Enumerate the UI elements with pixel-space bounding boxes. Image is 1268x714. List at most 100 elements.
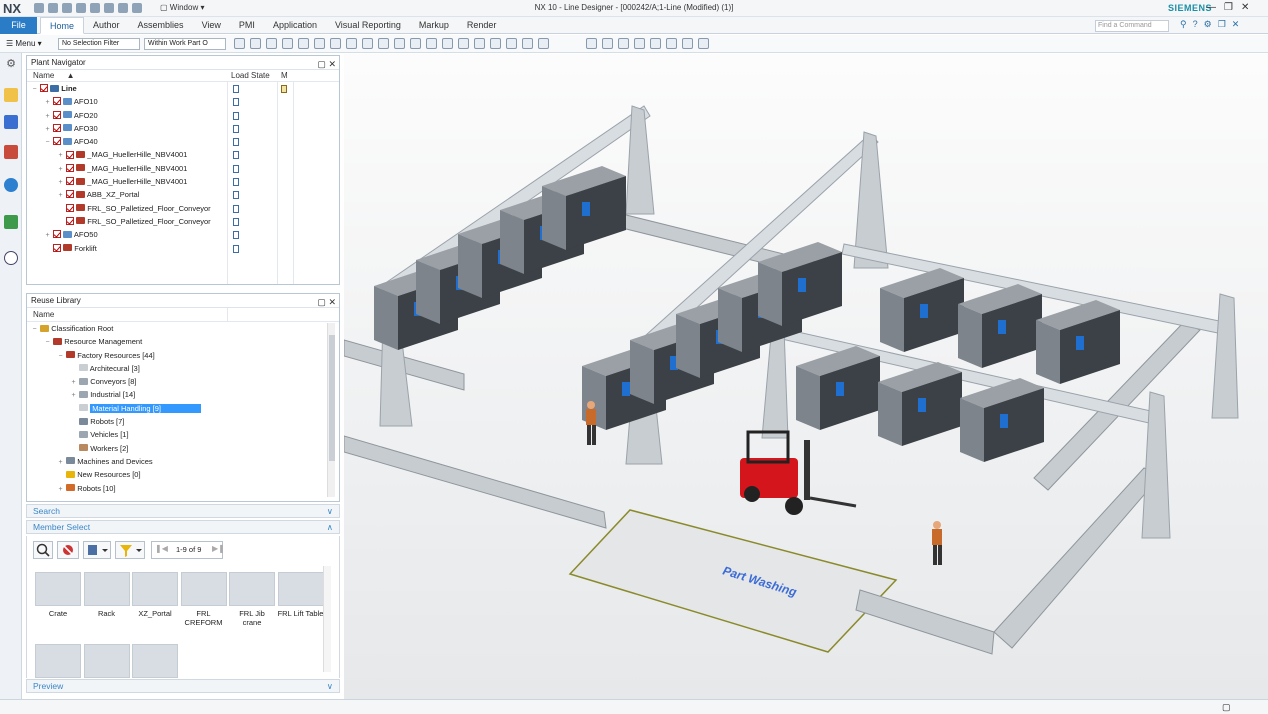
snap-face-icon[interactable] <box>506 38 517 49</box>
file-tab[interactable]: File <box>0 17 37 34</box>
member-select-section-header[interactable]: Member Select ∧ <box>26 520 340 534</box>
tab-application[interactable]: Application <box>264 17 326 34</box>
redo-icon[interactable] <box>62 3 72 13</box>
select-feature-icon[interactable] <box>266 38 277 49</box>
tab-visual-reporting[interactable]: Visual Reporting <box>326 17 410 34</box>
member-scrollbar[interactable] <box>323 566 331 672</box>
tree-row[interactable]: FRL_SO_Palletized_Floor_Conveyor <box>27 202 339 215</box>
snap-intersection-icon[interactable] <box>426 38 437 49</box>
machine-tool[interactable] <box>878 362 962 446</box>
clear-search-icon[interactable] <box>57 541 79 559</box>
checkbox-icon[interactable] <box>66 216 75 225</box>
maximize-icon[interactable]: ▢ <box>317 297 326 307</box>
checkbox-icon[interactable] <box>66 163 75 172</box>
settings-icon[interactable]: ⚙ <box>1204 19 1212 30</box>
tree-row[interactable]: + AFO50 <box>27 228 339 241</box>
help-icon[interactable]: ? <box>1193 19 1198 30</box>
menu-button[interactable]: ☰ Menu ▾ <box>6 39 42 48</box>
member-tile[interactable]: FRL Jib crane <box>229 572 275 634</box>
previous-page-icon[interactable]: ❚◀ <box>155 544 168 553</box>
expand-toggle-icon[interactable]: + <box>57 456 64 469</box>
library-row[interactable]: − Factory Resources [44] <box>27 349 325 362</box>
expand-toggle-icon[interactable]: + <box>70 376 77 389</box>
library-row[interactable]: + Industrial [14] <box>27 388 325 401</box>
library-row[interactable]: Vehicles [1] <box>27 428 325 441</box>
general-selection-icon[interactable] <box>234 38 245 49</box>
background-icon[interactable] <box>682 38 693 49</box>
paste-icon[interactable] <box>104 3 114 13</box>
expand-toggle-icon[interactable]: + <box>44 229 51 242</box>
next-page-icon[interactable]: ▶❚ <box>212 544 225 553</box>
touch-mode-icon[interactable] <box>132 3 142 13</box>
expand-toggle-icon[interactable]: − <box>31 83 38 96</box>
checkbox-icon[interactable] <box>53 97 62 106</box>
close-icon[interactable]: ✕ <box>328 297 336 307</box>
assembly-navigator-tab-icon[interactable] <box>4 115 18 129</box>
tab-author[interactable]: Author <box>84 17 129 34</box>
copy-icon[interactable] <box>90 3 100 13</box>
zoom-icon[interactable] <box>602 38 613 49</box>
expand-toggle-icon[interactable]: + <box>57 163 64 176</box>
tree-row[interactable]: + ABB_XZ_Portal <box>27 188 339 201</box>
checkbox-icon[interactable] <box>66 150 75 159</box>
history-tab-icon[interactable] <box>4 251 18 265</box>
library-row[interactable]: − Resource Management <box>27 335 325 348</box>
checkbox-icon[interactable] <box>66 203 75 212</box>
selection-scope-dropdown[interactable]: Within Work Part O <box>144 38 226 50</box>
member-tile[interactable]: FRL CREFORM <box>180 572 227 634</box>
library-row[interactable]: + Machines and Devices <box>27 455 325 468</box>
orient-view-icon[interactable] <box>650 38 661 49</box>
checkbox-icon[interactable] <box>53 123 62 132</box>
restore-button[interactable]: ❐ <box>1224 2 1233 13</box>
library-row[interactable]: Robots [7] <box>27 415 325 428</box>
expand-toggle-icon[interactable]: + <box>44 110 51 123</box>
minimize-button[interactable]: — <box>1206 2 1216 13</box>
library-row[interactable]: + Conveyors [8] <box>27 375 325 388</box>
graphics-window[interactable]: Part Washing <box>344 54 1268 699</box>
library-row[interactable]: Workers [2] <box>27 442 325 455</box>
selection-filter-dropdown[interactable]: No Selection Filter <box>58 38 140 50</box>
column-m[interactable]: M <box>281 70 288 82</box>
library-row[interactable]: + Robots [10] <box>27 482 325 495</box>
tree-row[interactable]: − Line <box>27 82 339 95</box>
filter-dropdown[interactable] <box>115 541 145 559</box>
checkbox-icon[interactable] <box>40 84 49 93</box>
checkbox-icon[interactable] <box>66 177 75 186</box>
tab-render[interactable]: Render <box>458 17 506 34</box>
rotate-icon[interactable] <box>618 38 629 49</box>
snap-curve-icon[interactable] <box>490 38 501 49</box>
restore-panel-icon[interactable]: ❐ <box>1218 19 1226 30</box>
web-browser-tab-icon[interactable] <box>4 178 18 192</box>
pan-icon[interactable] <box>634 38 645 49</box>
column-name[interactable]: Name ▲ <box>33 70 75 82</box>
machine-tools[interactable] <box>374 166 1120 462</box>
machine-tool[interactable] <box>796 346 880 430</box>
library-row[interactable]: − Classification Root <box>27 322 325 335</box>
part-navigator-tab-icon[interactable] <box>4 145 18 159</box>
tree-row[interactable]: + AFO10 <box>27 95 339 108</box>
search-icon[interactable] <box>33 541 53 559</box>
snap-center-icon[interactable] <box>410 38 421 49</box>
vertical-scrollbar[interactable] <box>327 323 335 497</box>
checkbox-icon[interactable] <box>66 190 75 199</box>
rendering-style-icon[interactable] <box>666 38 677 49</box>
resource-bar-settings-icon[interactable]: ⚙ <box>4 57 18 71</box>
lasso-icon[interactable] <box>314 38 325 49</box>
snap-quadrant-icon[interactable] <box>474 38 485 49</box>
part-washing-area[interactable] <box>568 509 898 653</box>
tree-row[interactable]: + AFO20 <box>27 109 339 122</box>
snap-midpoint-icon[interactable] <box>394 38 405 49</box>
tab-home[interactable]: Home <box>40 17 85 34</box>
factory-layout-scene[interactable]: Part Washing <box>344 54 1268 699</box>
checkbox-icon[interactable] <box>53 243 62 252</box>
close-button[interactable]: ✕ <box>1241 2 1249 13</box>
expand-toggle-icon[interactable]: − <box>44 336 51 349</box>
snap-tangent-icon[interactable] <box>458 38 469 49</box>
member-tile[interactable] <box>35 644 81 706</box>
forklift[interactable] <box>740 430 857 515</box>
window-menu[interactable]: ▢ Window ▾ <box>160 3 204 12</box>
tree-row[interactable]: + AFO30 <box>27 122 339 135</box>
save-icon[interactable] <box>34 3 44 13</box>
tree-row[interactable]: + _MAG_HuellerHille_NBV4001 <box>27 162 339 175</box>
machine-tool[interactable] <box>1036 300 1120 384</box>
